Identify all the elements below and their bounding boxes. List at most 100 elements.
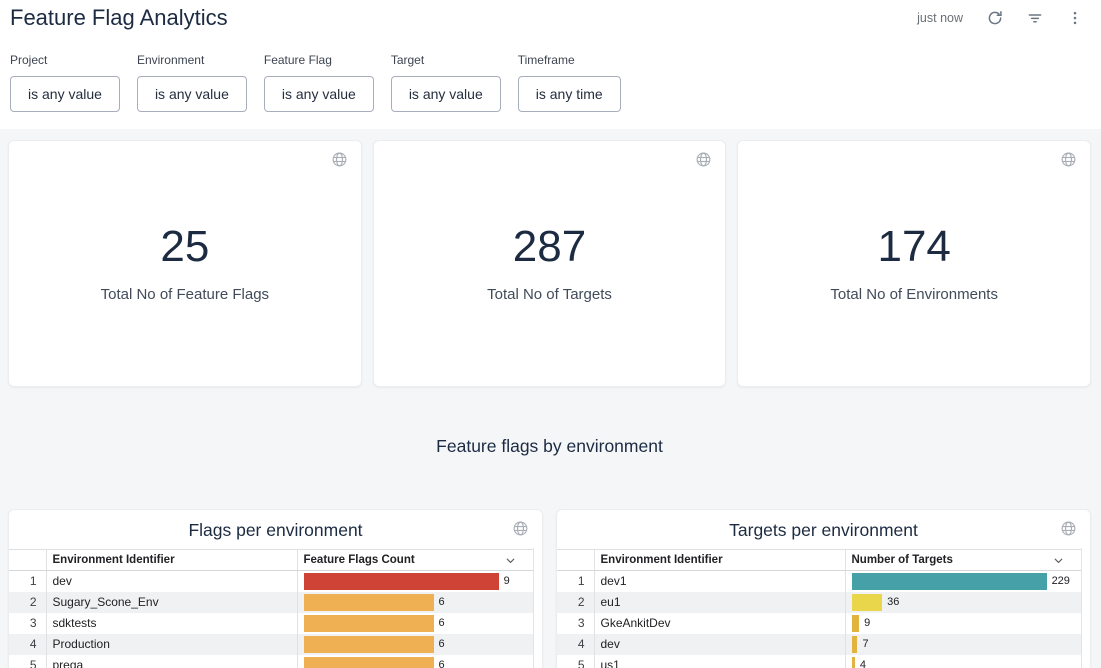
bar-cell: 9 <box>845 613 1081 634</box>
bar-value: 7 <box>862 638 868 650</box>
globe-icon <box>1060 520 1077 537</box>
filter-group-timeframe: Timeframe is any time <box>518 53 621 112</box>
bar-cell: 229 <box>845 571 1081 592</box>
kebab-menu-icon[interactable] <box>1065 8 1085 28</box>
kpi-value: 174 <box>877 225 950 269</box>
bar-value: 229 <box>1052 575 1070 587</box>
globe-icon <box>331 151 348 168</box>
timeframe-filter-button[interactable]: is any time <box>518 76 621 112</box>
table-row: 4 Production 6 <box>9 634 533 655</box>
row-index: 1 <box>557 571 594 592</box>
row-index: 4 <box>9 634 46 655</box>
bar <box>304 573 499 590</box>
row-index: 5 <box>9 655 46 668</box>
globe-icon <box>695 151 712 168</box>
feature-flag-filter-button[interactable]: is any value <box>264 76 374 112</box>
row-index: 5 <box>557 655 594 668</box>
filter-label: Project <box>10 53 120 67</box>
table-row: 2 eu1 36 <box>557 592 1081 613</box>
environment-identifier-cell: Sugary_Scone_Env <box>46 592 297 613</box>
filter-bar: Project is any value Environment is any … <box>0 46 1101 129</box>
dashboard-body: 25 Total No of Feature Flags 287 Total N… <box>0 129 1101 668</box>
bar-cell: 6 <box>297 655 533 668</box>
bar-value: 6 <box>439 638 445 650</box>
filter-group-environment: Environment is any value <box>137 53 247 112</box>
filter-group-target: Target is any value <box>391 53 501 112</box>
table-row: 1 dev 9 <box>9 571 533 592</box>
page-title: Feature Flag Analytics <box>10 5 228 31</box>
environment-identifier-cell: GkeAnkitDev <box>594 613 845 634</box>
kpi-card-targets: 287 Total No of Targets <box>373 140 727 387</box>
kpi-label: Total No of Environments <box>830 286 998 303</box>
bar-cell: 4 <box>845 655 1081 668</box>
targets-per-environment-card: Targets per environment Environment Iden… <box>556 509 1091 668</box>
table-row: 2 Sugary_Scone_Env 6 <box>9 592 533 613</box>
environment-identifier-cell: sdktests <box>46 613 297 634</box>
table-header-row: Environment Identifier Feature Flags Cou… <box>9 550 533 571</box>
project-filter-button[interactable]: is any value <box>10 76 120 112</box>
environment-filter-button[interactable]: is any value <box>137 76 247 112</box>
filter-label: Feature Flag <box>264 53 374 67</box>
filter-label: Timeframe <box>518 53 621 67</box>
chevron-down-icon[interactable] <box>504 554 517 567</box>
environment-identifier-cell: us1 <box>594 655 845 668</box>
table-row: 3 GkeAnkitDev 9 <box>557 613 1081 634</box>
bar <box>852 573 1047 590</box>
globe-icon <box>1060 151 1077 168</box>
column-header-identifier[interactable]: Environment Identifier <box>46 550 297 571</box>
bar-value: 9 <box>504 575 510 587</box>
bar <box>304 615 434 632</box>
row-index: 4 <box>557 634 594 655</box>
bar <box>304 594 434 611</box>
bar <box>852 636 858 653</box>
kpi-label: Total No of Targets <box>487 286 612 303</box>
refresh-icon[interactable] <box>985 8 1005 28</box>
target-filter-button[interactable]: is any value <box>391 76 501 112</box>
column-header-label: Feature Flags Count <box>304 554 415 566</box>
bar-cell: 7 <box>845 634 1081 655</box>
bar-value: 4 <box>860 659 866 668</box>
kpi-card-feature-flags: 25 Total No of Feature Flags <box>8 140 362 387</box>
table-scrollbar[interactable] <box>1081 548 1082 668</box>
row-index: 1 <box>9 571 46 592</box>
filter-label: Environment <box>137 53 247 67</box>
column-header-identifier[interactable]: Environment Identifier <box>594 550 845 571</box>
bar-value: 6 <box>439 659 445 668</box>
filter-label: Target <box>391 53 501 67</box>
row-index: 3 <box>9 613 46 634</box>
environment-identifier-cell: dev1 <box>594 571 845 592</box>
filter-group-project: Project is any value <box>10 53 120 112</box>
row-index: 2 <box>557 592 594 613</box>
bar-cell: 9 <box>297 571 533 592</box>
dashboard-topbar: Feature Flag Analytics just now <box>0 0 1101 46</box>
last-refreshed-label: just now <box>917 11 963 25</box>
environment-identifier-cell: Production <box>46 634 297 655</box>
bar <box>304 636 434 653</box>
kpi-value: 25 <box>160 225 209 269</box>
kpi-label: Total No of Feature Flags <box>101 286 269 303</box>
column-header-count[interactable]: Number of Targets <box>845 550 1081 571</box>
bar-cell: 6 <box>297 613 533 634</box>
environment-identifier-cell: eu1 <box>594 592 845 613</box>
chevron-down-icon[interactable] <box>1052 554 1065 567</box>
bar-cell: 36 <box>845 592 1081 613</box>
row-index-header <box>557 550 594 571</box>
environment-identifier-cell: prega <box>46 655 297 668</box>
bar <box>852 594 883 611</box>
row-index: 3 <box>557 613 594 634</box>
table-scrollbar[interactable] <box>533 548 534 668</box>
bar-value: 9 <box>864 617 870 629</box>
environment-identifier-cell: dev <box>594 634 845 655</box>
table-row: 5 us1 4 <box>557 655 1081 668</box>
bar <box>852 615 860 632</box>
environment-identifier-cell: dev <box>46 571 297 592</box>
filter-group-feature-flag: Feature Flag is any value <box>264 53 374 112</box>
bar <box>852 657 855 668</box>
tile-title: Targets per environment <box>557 519 1090 541</box>
row-index-header <box>9 550 46 571</box>
filter-icon[interactable] <box>1025 8 1045 28</box>
column-header-label: Number of Targets <box>852 554 953 566</box>
column-header-count[interactable]: Feature Flags Count <box>297 550 533 571</box>
kpi-card-environments: 174 Total No of Environments <box>737 140 1091 387</box>
flags-per-environment-card: Flags per environment Environment Identi… <box>8 509 543 668</box>
